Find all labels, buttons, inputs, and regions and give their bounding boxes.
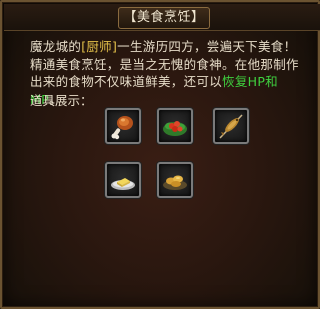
fried-dumplings-icon	[163, 175, 187, 190]
item-slot-1[interactable]	[105, 108, 141, 144]
item-slot-2[interactable]	[157, 108, 193, 144]
item-slot-4[interactable]	[105, 162, 141, 198]
roast-drumstick-icon	[111, 116, 133, 140]
items-showcase-label: 道具展示：	[30, 93, 93, 108]
item-slot-3[interactable]	[213, 108, 249, 144]
vegetable-dish-icon	[163, 121, 187, 136]
title-bar: 【美食烹饪】	[4, 4, 320, 31]
panel-title: 【美食烹饪】	[118, 7, 210, 29]
desc-text-1: 魔龙城的	[30, 39, 82, 54]
grilled-fish-icon	[219, 114, 243, 139]
npc-dialog-panel: 【美食烹饪】 魔龙城的[厨师]一生游历四方，尝遍天下美食！精通美食烹饪，是当之无…	[0, 0, 320, 309]
item-slot-5[interactable]	[157, 162, 193, 198]
tofu-plate-icon	[111, 178, 135, 190]
npc-role-highlight: [厨师]	[81, 39, 118, 54]
